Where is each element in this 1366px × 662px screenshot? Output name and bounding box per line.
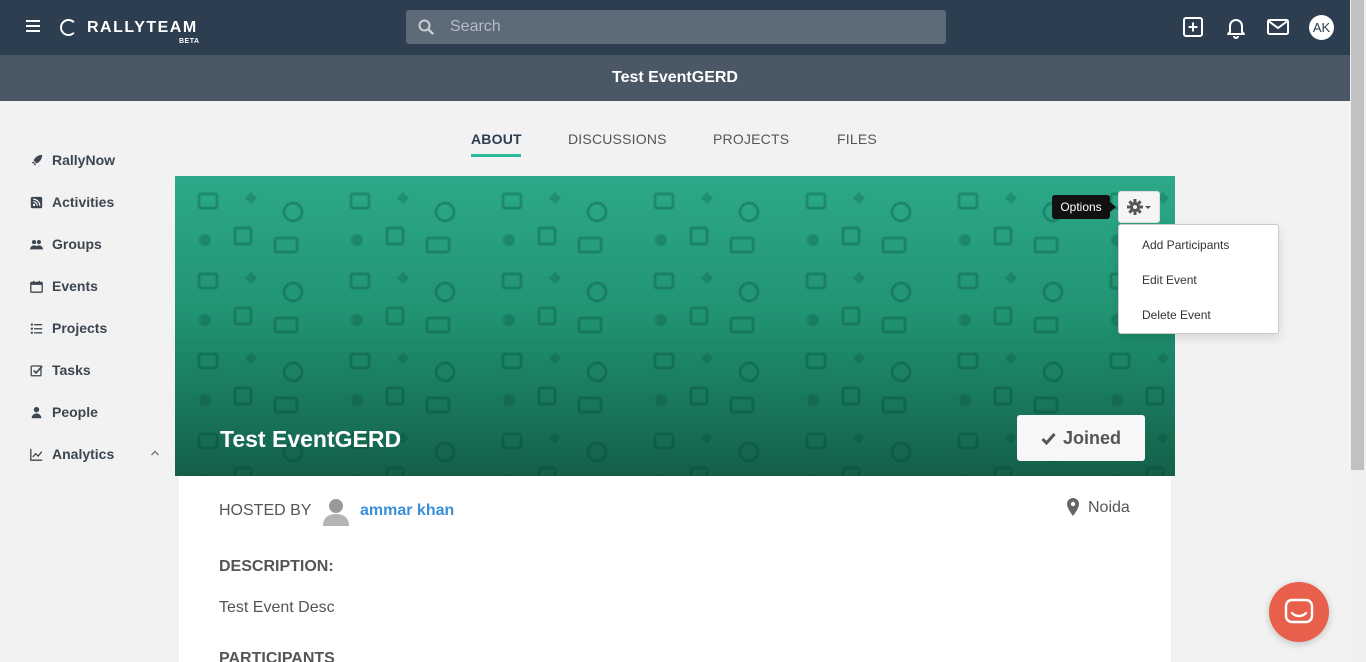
options-dropdown: Add Participants Edit Event Delete Event [1118,224,1279,334]
active-tab-indicator [471,154,521,157]
sidebar-item-label: Projects [52,320,108,336]
add-icon[interactable] [1181,15,1205,39]
description-heading: DESCRIPTION: [219,558,334,575]
search-bar[interactable] [406,10,946,44]
search-input[interactable] [450,10,930,44]
tab-projects[interactable]: PROJECTS [713,131,789,147]
hosted-by-label: HOSTED BY [219,502,312,519]
options-tooltip: Options [1052,195,1110,219]
options-button[interactable] [1118,191,1160,223]
bell-icon[interactable] [1224,15,1248,39]
tab-files[interactable]: FILES [837,131,877,147]
check-square-icon [30,364,43,376]
scrollbar-thumb[interactable] [1351,0,1364,470]
logo-ring-icon [60,19,77,36]
line-chart-icon [30,448,43,461]
rss-icon [30,196,43,208]
gear-icon [1127,199,1151,215]
menu-item-delete-event[interactable]: Delete Event [1142,308,1211,322]
menu-item-add-participants[interactable]: Add Participants [1142,238,1229,252]
sidebar-item-people[interactable]: People [30,402,98,422]
tooltip-arrow [1110,202,1116,212]
map-marker-icon [1067,498,1079,516]
check-icon [1041,432,1056,445]
sidebar-item-label: Groups [52,236,102,252]
sidebar-item-label: Tasks [52,362,91,378]
tab-about[interactable]: ABOUT [471,131,522,147]
sidebar-item-label: Events [52,278,98,294]
sidebar-item-label: Activities [52,194,115,210]
list-icon [30,323,43,334]
event-location: Noida [1088,499,1130,516]
sidebar-item-groups[interactable]: Groups [30,234,102,254]
sidebar-item-projects[interactable]: Projects [30,318,107,338]
event-banner: Test EventGERD Joined [175,176,1175,476]
user-avatar[interactable]: AK [1309,15,1334,40]
joined-button[interactable]: Joined [1017,415,1145,461]
sidebar-item-activities[interactable]: Activities [30,192,114,212]
description-text: Test Event Desc [219,599,335,616]
rocket-icon [31,154,43,166]
menu-icon[interactable] [26,20,40,32]
host-avatar[interactable] [323,496,349,526]
sidebar-item-tasks[interactable]: Tasks [30,360,91,380]
sidebar-item-analytics[interactable]: Analytics [30,444,114,464]
sidebar-item-events[interactable]: Events [30,276,98,296]
users-icon [30,239,43,249]
host-name-link[interactable]: ammar khan [360,502,454,520]
participants-heading: PARTICIPANTS [219,650,335,662]
sidebar-item-label: Analytics [52,446,115,462]
top-navbar: RALLYTEAM BETA AK [0,0,1350,55]
banner-title: Test EventGERD [220,426,402,452]
sidebar-item-rallynow[interactable]: RallyNow [30,150,115,170]
menu-item-edit-event[interactable]: Edit Event [1142,273,1197,287]
logo-text: RALLYTEAM [87,19,198,36]
logo-beta: BETA [179,38,200,45]
sidebar-item-label: RallyNow [52,152,116,168]
page-title: Test EventGERD [0,55,1350,101]
chevron-up-icon[interactable] [150,449,160,457]
search-icon[interactable] [418,19,434,35]
event-details-card: HOSTED BY ammar khan Noida DESCRIPTION: … [179,476,1171,662]
calendar-icon [30,280,43,293]
tab-discussions[interactable]: DISCUSSIONS [568,131,667,147]
mail-icon[interactable] [1266,15,1290,39]
user-icon [31,406,42,418]
caret-down-icon [1145,206,1151,209]
joined-label: Joined [1062,427,1121,448]
chat-launcher-button[interactable] [1269,582,1329,642]
sidebar-item-label: People [52,404,98,420]
chat-icon [1284,598,1314,624]
